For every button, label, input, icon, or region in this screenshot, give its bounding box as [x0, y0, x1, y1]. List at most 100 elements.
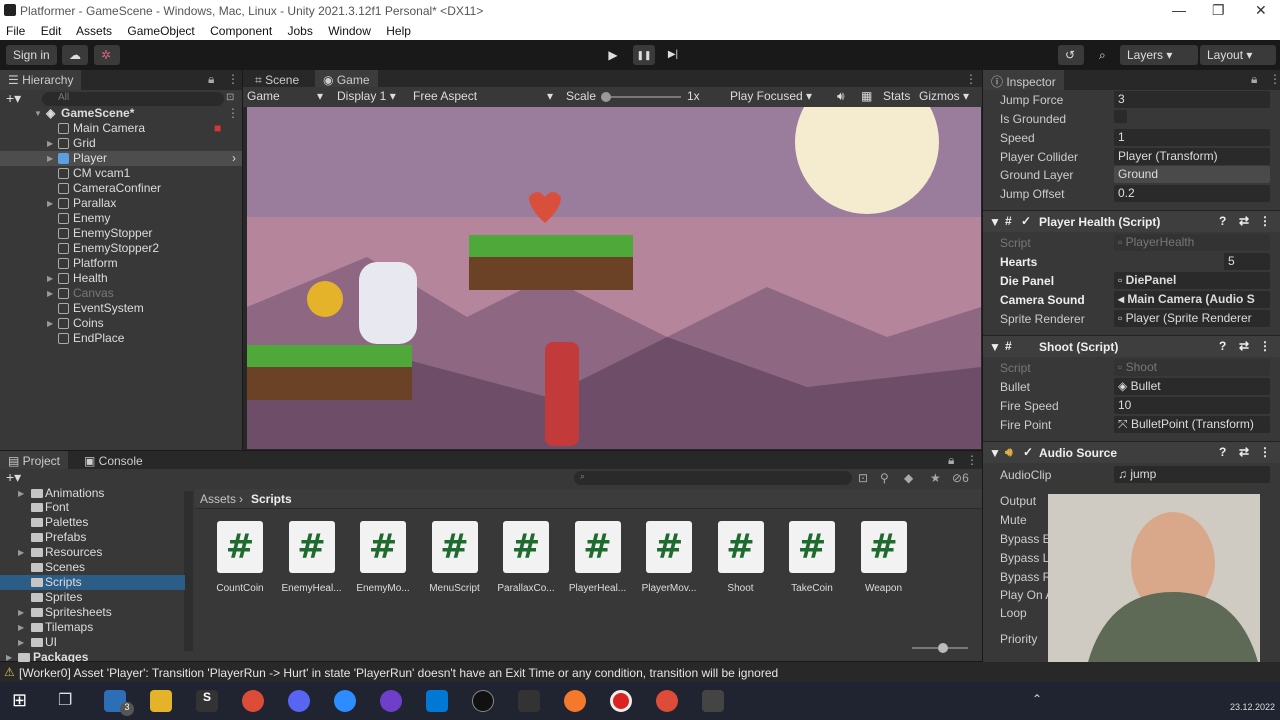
- expand-arrow-icon[interactable]: ▶: [18, 489, 24, 498]
- expand-arrow-icon[interactable]: ▶: [18, 638, 24, 647]
- chrome-2-icon[interactable]: [656, 690, 678, 712]
- obs-record-icon[interactable]: [610, 690, 632, 712]
- menu-file[interactable]: File: [6, 24, 25, 38]
- bullet-field[interactable]: ◈ Bullet: [1114, 378, 1270, 395]
- folder-item[interactable]: Sprites: [0, 590, 185, 605]
- project-more-icon[interactable]: ⋮: [966, 453, 978, 467]
- expand-arrow-icon[interactable]: ▶: [47, 274, 53, 283]
- lock-icon[interactable]: 🔒︎: [208, 72, 214, 87]
- component-more-icon[interactable]: ⋮: [1259, 214, 1271, 228]
- sign-in-button[interactable]: Sign in: [6, 45, 57, 65]
- expand-arrow-icon[interactable]: ▶: [18, 623, 24, 632]
- help-icon[interactable]: ?: [1219, 214, 1226, 228]
- inspector-field-value[interactable]: 3: [1114, 91, 1270, 108]
- audio-enabled-checkbox[interactable]: ✓: [1023, 445, 1033, 459]
- search-by-type-icon[interactable]: ⊡: [858, 471, 868, 485]
- folder-tree-scrollbar[interactable]: [184, 491, 193, 651]
- add-icon[interactable]: +▾: [6, 90, 21, 107]
- expand-arrow-icon[interactable]: ▶: [6, 653, 12, 662]
- expand-arrow-icon[interactable]: ▶: [47, 199, 53, 208]
- task-view-icon[interactable]: ❐: [58, 690, 80, 712]
- collapse-arrow-icon[interactable]: ▼: [989, 215, 1001, 229]
- inspector-field-value[interactable]: Player (Transform): [1114, 148, 1270, 165]
- scene-row[interactable]: ▼ ◈ GameScene* ⋮: [0, 106, 242, 121]
- folder-item[interactable]: Palettes: [0, 515, 185, 530]
- hierarchy-item[interactable]: Platform: [0, 256, 242, 271]
- expand-arrow-icon[interactable]: ▶: [18, 548, 24, 557]
- breadcrumb-assets[interactable]: Assets: [200, 492, 236, 506]
- aspect-dropdown[interactable]: Free Aspect ▾: [413, 89, 555, 103]
- tag-icon[interactable]: ◆: [904, 471, 913, 485]
- die-panel-field[interactable]: ▫ DiePanel: [1114, 272, 1270, 289]
- hierarchy-item[interactable]: ▶ Canvas: [0, 286, 242, 301]
- github-desktop-icon[interactable]: [380, 690, 402, 712]
- menu-jobs[interactable]: Jobs: [288, 24, 313, 38]
- tray-chevron-icon[interactable]: ⌃: [1032, 692, 1042, 706]
- fire-speed-field[interactable]: 10: [1114, 397, 1270, 414]
- inspector-lock-icon[interactable]: 🔒︎: [1251, 72, 1257, 87]
- close-button[interactable]: ✕: [1255, 2, 1267, 19]
- unity-hub-icon[interactable]: [518, 690, 540, 712]
- blender-icon[interactable]: [564, 690, 586, 712]
- audio-more-icon[interactable]: ⋮: [1259, 445, 1271, 459]
- hierarchy-item[interactable]: CM vcam1: [0, 166, 242, 181]
- hearts-field[interactable]: 5: [1224, 253, 1270, 270]
- shoot-component-header[interactable]: ▼ # Shoot (Script) ? ⇄ ⋮: [983, 335, 1280, 357]
- enabled-checkbox[interactable]: ✓: [1021, 214, 1031, 228]
- game-canvas[interactable]: [247, 107, 981, 449]
- chrome-icon[interactable]: [242, 690, 264, 712]
- audio-collapse-arrow-icon[interactable]: ▼: [989, 446, 1001, 460]
- stats-grid-icon[interactable]: ▦: [861, 89, 872, 103]
- hierarchy-item[interactable]: ▶ Coins: [0, 316, 242, 331]
- pause-button[interactable]: ❚❚: [633, 45, 655, 65]
- layout-dropdown[interactable]: Layout ▾: [1200, 45, 1276, 65]
- hierarchy-item[interactable]: EnemyStopper: [0, 226, 242, 241]
- hierarchy-item[interactable]: ▶ Parallax: [0, 196, 242, 211]
- windows-start-icon[interactable]: ⊞: [12, 690, 27, 711]
- status-bar[interactable]: ⚠ [Worker0] Asset 'Player': Transition '…: [0, 662, 1280, 682]
- tab-project[interactable]: ▤ Project: [0, 451, 69, 471]
- maximize-button[interactable]: ❐: [1212, 2, 1225, 19]
- prefab-open-icon[interactable]: ›: [232, 151, 236, 165]
- audio-source-component-header[interactable]: ▼ 🔊︎ ✓ Audio Source ? ⇄ ⋮: [983, 441, 1280, 463]
- player-health-component-header[interactable]: ▼ # ✓ Player Health (Script) ? ⇄ ⋮: [983, 210, 1280, 232]
- script-asset[interactable]: # PlayerMov...: [639, 521, 699, 594]
- scale-slider-handle[interactable]: [601, 92, 611, 102]
- folder-item[interactable]: ▶ Resources: [0, 545, 185, 560]
- more-icon[interactable]: ⋮: [227, 72, 239, 86]
- is-grounded-checkbox[interactable]: [1114, 110, 1127, 123]
- hierarchy-item[interactable]: ▶ Grid: [0, 136, 242, 151]
- audio-help-icon[interactable]: ?: [1219, 445, 1226, 459]
- inspector-field-value[interactable]: 1: [1114, 129, 1270, 146]
- script-asset[interactable]: # PlayerHeal...: [568, 521, 628, 594]
- hierarchy-item[interactable]: EnemyStopper2: [0, 241, 242, 256]
- hierarchy-item[interactable]: Enemy: [0, 211, 242, 226]
- menu-component[interactable]: Component: [210, 24, 272, 38]
- hierarchy-item[interactable]: ▶ Health: [0, 271, 242, 286]
- camera-sound-field[interactable]: ◂ Main Camera (Audio S: [1114, 291, 1270, 308]
- menu-edit[interactable]: Edit: [41, 24, 62, 38]
- hierarchy-item[interactable]: ▶ Player ›: [0, 151, 242, 166]
- search-by-label-icon[interactable]: ⚲: [880, 471, 889, 485]
- tab-hierarchy[interactable]: ☰ Hierarchy: [0, 70, 82, 90]
- script-asset[interactable]: # EnemyHeal...: [282, 521, 342, 594]
- hidden-packages-icon[interactable]: ⊘6: [952, 471, 969, 485]
- scale-slider[interactable]: [601, 96, 681, 98]
- zoom-icon[interactable]: [334, 690, 356, 712]
- expand-arrow-icon[interactable]: ▶: [47, 154, 53, 163]
- preset-icon[interactable]: ⇄: [1239, 214, 1249, 228]
- search-icon[interactable]: ⌕: [1092, 45, 1116, 65]
- game-more-icon[interactable]: ⋮: [965, 72, 977, 86]
- folder-item[interactable]: Scripts: [0, 575, 185, 590]
- menu-gameobject[interactable]: GameObject: [127, 24, 194, 38]
- shoot-help-icon[interactable]: ?: [1219, 339, 1226, 353]
- expand-arrow-icon[interactable]: ▶: [47, 289, 53, 298]
- step-button[interactable]: ▶|: [662, 45, 684, 65]
- hierarchy-item[interactable]: Main Camera ■: [0, 121, 242, 136]
- display-dropdown[interactable]: Display 1 ▾: [337, 89, 396, 103]
- shoot-more-icon[interactable]: ⋮: [1259, 339, 1271, 353]
- sprite-renderer-field[interactable]: ▫ Player (Sprite Renderer: [1114, 310, 1270, 327]
- inspector-field-value[interactable]: 0.2: [1114, 185, 1270, 202]
- sublime-icon[interactable]: S: [196, 690, 218, 712]
- audio-preset-icon[interactable]: ⇄: [1239, 445, 1249, 459]
